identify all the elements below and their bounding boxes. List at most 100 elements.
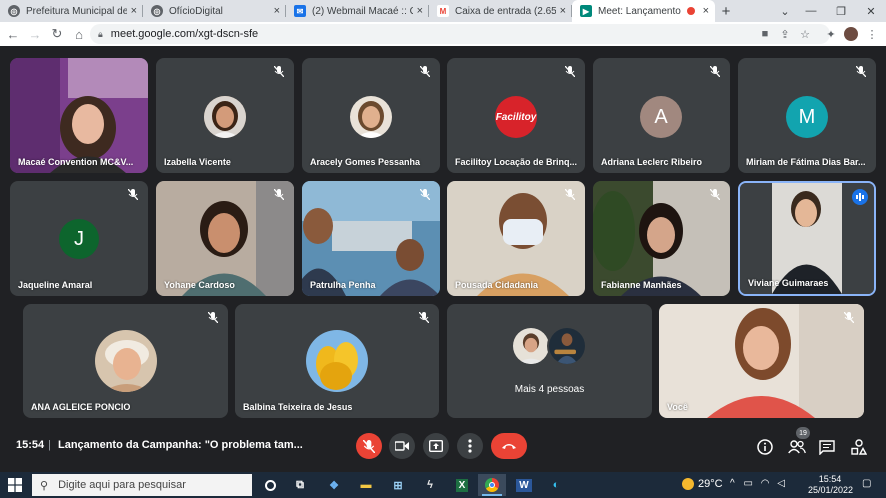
- browser-menu-icon[interactable]: ⋮: [862, 22, 882, 46]
- bookmark-star-icon[interactable]: ☆: [795, 22, 815, 46]
- address-bar[interactable]: 🔒︎ meet.google.com/xgt-dscn-sfe: [90, 24, 830, 44]
- participant-name: Facilitoy Locação de Brinq...: [455, 157, 578, 167]
- task-view-icon[interactable]: ⧉: [286, 474, 314, 496]
- participant-tile[interactable]: Pousada Cidadania: [447, 181, 585, 296]
- participant-tile[interactable]: J Jaqueline Amaral: [10, 181, 148, 296]
- browser-tab-gmail[interactable]: M Caixa de entrada (2.653) - ja ×: [429, 0, 572, 22]
- edge-icon[interactable]: ◐: [542, 474, 570, 496]
- wifi-icon: ◠: [760, 478, 770, 489]
- activities-button[interactable]: [848, 436, 870, 458]
- mic-off-icon: [563, 187, 577, 201]
- profile-photo: [306, 330, 368, 392]
- share-icon[interactable]: ⇪: [775, 22, 795, 46]
- participant-name: Jaqueline Amaral: [18, 280, 93, 290]
- minimize-icon[interactable]: —: [796, 0, 826, 22]
- cortana-icon[interactable]: [256, 474, 284, 496]
- close-tab-icon[interactable]: ×: [417, 5, 423, 17]
- close-tab-icon[interactable]: ×: [131, 5, 137, 17]
- reload-icon[interactable]: ↻: [46, 22, 68, 46]
- profile-avatar[interactable]: [841, 22, 861, 46]
- chrome-icon[interactable]: [478, 474, 506, 496]
- meeting-info-button[interactable]: [754, 436, 776, 458]
- restore-icon[interactable]: ❐: [826, 0, 856, 22]
- more-vertical-icon: [468, 439, 472, 453]
- more-options-button[interactable]: [457, 433, 483, 459]
- notifications-icon[interactable]: ▢: [862, 478, 871, 489]
- participants-button[interactable]: [786, 436, 808, 458]
- participant-count-badge: 19: [796, 427, 810, 439]
- mic-off-icon: [563, 64, 577, 78]
- close-tab-icon[interactable]: ×: [274, 5, 280, 17]
- participant-tile[interactable]: A Adriana Leclerc Ribeiro: [593, 58, 730, 173]
- participant-tile[interactable]: Izabella Vicente: [156, 58, 294, 173]
- taskbar-search-box[interactable]: ⚲ Digite aqui para pesquisar: [32, 474, 252, 496]
- store-icon[interactable]: ⊞: [384, 474, 412, 496]
- present-screen-button[interactable]: [423, 433, 449, 459]
- mic-off-icon: [272, 64, 286, 78]
- browser-tab-oficiodigital[interactable]: ◎ OfícioDigital ×: [143, 0, 286, 22]
- search-placeholder: Digite aqui para pesquisar: [58, 479, 186, 491]
- browser-tab-webmail[interactable]: ✉ (2) Webmail Macaé :: Caixa de ×: [286, 0, 429, 22]
- participant-tile[interactable]: M Miriam de Fátima Dias Bar...: [738, 58, 876, 173]
- participant-tile-speaking[interactable]: Viviane Guimaraes: [738, 181, 876, 296]
- globe-icon: ◎: [151, 5, 163, 17]
- close-tab-icon[interactable]: ×: [560, 5, 566, 17]
- clock-date: 25/01/2022: [808, 485, 854, 495]
- browser-tab-prefeitura[interactable]: ◎ Prefeitura Municipal de Macaé ×: [0, 0, 143, 22]
- participant-name: Miriam de Fátima Dias Bar...: [746, 157, 866, 167]
- chat-icon: [819, 439, 835, 455]
- mic-off-icon: [708, 64, 722, 78]
- participant-tile[interactable]: Macaé Convention MC&V...: [10, 58, 148, 173]
- participant-tile[interactable]: Facilitoy Facilitoy Locação de Brinq...: [447, 58, 585, 173]
- forward-arrow-icon[interactable]: →: [24, 22, 46, 46]
- participant-tile[interactable]: Patrulha Penha: [302, 181, 440, 296]
- app-icon[interactable]: ϟ: [416, 474, 444, 496]
- activities-icon: [851, 439, 867, 455]
- weather-widget[interactable]: 29°C: [682, 478, 723, 490]
- excel-icon[interactable]: X: [448, 474, 476, 496]
- mic-off-icon: [126, 187, 140, 201]
- recording-icon: [686, 7, 695, 15]
- mic-toggle-button[interactable]: [356, 433, 382, 459]
- participant-video: [659, 304, 864, 418]
- participant-name: Macaé Convention MC&V...: [18, 157, 134, 167]
- participant-tile[interactable]: Aracely Gomes Pessanha: [302, 58, 440, 173]
- windows-start-icon[interactable]: [8, 478, 22, 495]
- clock-time: 15:54: [818, 474, 842, 484]
- self-video-tile[interactable]: Você: [659, 304, 864, 418]
- leave-call-button[interactable]: [491, 433, 527, 459]
- participant-tile[interactable]: Yohane Cardoso: [156, 181, 294, 296]
- participant-tile[interactable]: Balbina Teixeira de Jesus: [235, 304, 439, 418]
- back-arrow-icon[interactable]: ←: [2, 22, 24, 46]
- camera-toggle-button[interactable]: [389, 433, 415, 459]
- more-participants-tile[interactable]: Mais 4 pessoas: [447, 304, 652, 418]
- meeting-title[interactable]: Lançamento da Campanha: "O problema tam.…: [58, 439, 303, 451]
- participant-tile[interactable]: Fabianne Manhães: [593, 181, 730, 296]
- mic-off-icon: [206, 310, 220, 324]
- dropbox-icon[interactable]: ❖: [320, 474, 348, 496]
- new-tab-button[interactable]: +: [715, 0, 737, 22]
- mic-off-icon: [417, 310, 431, 324]
- tab-title: Meet: Lançamento da C: [598, 5, 683, 17]
- participant-name: Viviane Guimaraes: [748, 278, 829, 288]
- extensions-icon[interactable]: ✦: [821, 22, 841, 46]
- camera-indicator-icon[interactable]: ■: [755, 22, 775, 46]
- system-tray[interactable]: ^ ▭ ◠ ◁: [730, 478, 785, 489]
- browser-tab-bar: ◎ Prefeitura Municipal de Macaé × ◎ Ofíc…: [0, 0, 886, 22]
- home-icon[interactable]: ⌂: [68, 22, 90, 46]
- avatar-letter: M: [798, 105, 816, 128]
- browser-tab-meet[interactable]: ▶ Meet: Lançamento da C ×: [572, 0, 715, 22]
- participant-tile[interactable]: ANA AGLEICE PONCIO: [23, 304, 228, 418]
- mic-off-icon: [272, 187, 286, 201]
- taskbar-clock[interactable]: 15:54 25/01/2022: [808, 474, 854, 496]
- word-icon[interactable]: W: [510, 474, 538, 496]
- facilitoy-logo: Facilitoy: [495, 96, 537, 138]
- close-tab-icon[interactable]: ×: [703, 5, 709, 17]
- volume-icon: ◁: [777, 478, 785, 489]
- tray-arrow-icon: ^: [730, 478, 735, 489]
- mic-off-icon: [363, 439, 375, 453]
- chat-button[interactable]: [816, 436, 838, 458]
- search-icon: ⚲: [40, 479, 49, 492]
- close-window-icon[interactable]: ✕: [856, 0, 886, 22]
- file-explorer-icon[interactable]: ▬: [352, 474, 380, 496]
